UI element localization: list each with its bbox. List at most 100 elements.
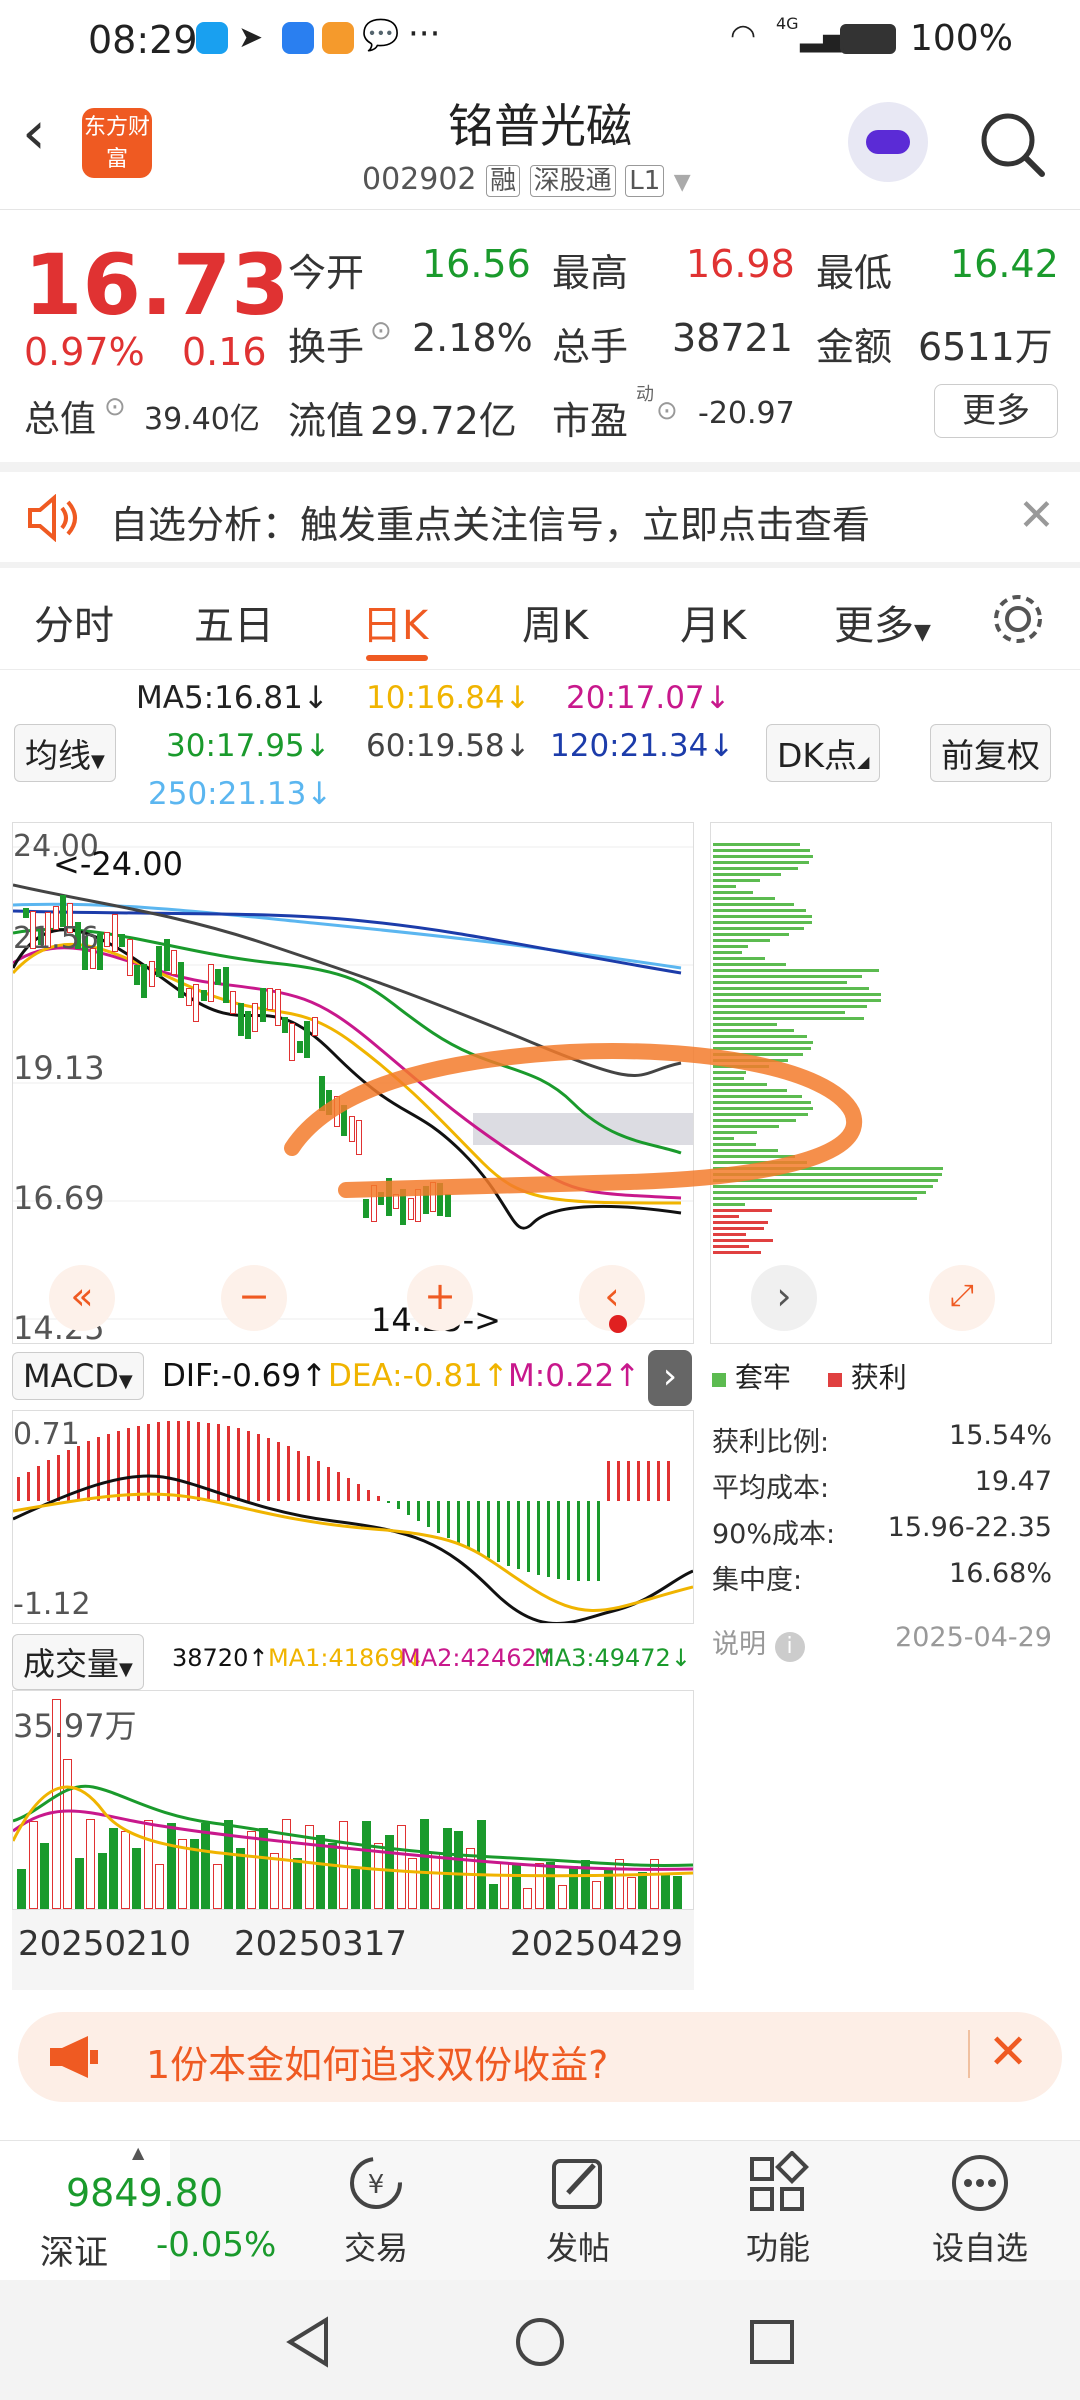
chip-bar [713,1221,768,1224]
home-circle-icon[interactable] [512,2314,568,2370]
scroll-left-button[interactable]: « [49,1265,115,1331]
dropdown-icon: ▼ [118,1371,133,1392]
tab-more[interactable]: 更多▼ [834,593,931,651]
date-axis: 20250210 20250317 20250429 [12,1910,694,1990]
candle [259,988,266,1022]
chip-bar [713,969,879,972]
red-dot-indicator [609,1315,627,1333]
tab-intraday[interactable]: 分时 [34,593,114,651]
index-value: 9849.80 [66,2171,224,2215]
y-tick-label: 21.56 [13,921,99,956]
chip-stat-value: 16.68% [949,1558,1052,1589]
info-circle-icon[interactable]: ⊙ [370,316,392,346]
volume-value: 38720↑ [172,1644,269,1672]
stock-code-row[interactable]: 002902 融 深股通 L1 ▼ [362,160,691,197]
grid-icon [750,2150,809,2211]
nav-function[interactable]: 功能 [718,2150,838,2269]
double-chevron-left-icon: « [70,1274,94,1318]
ma-selector[interactable]: 均线▼ [14,724,116,782]
expand-button[interactable]: ⤢ [929,1265,995,1331]
more-dots-icon: ··· [408,14,441,54]
edit-icon [552,2159,602,2209]
chip-bar [713,867,798,870]
corner-icon: ◢ [857,752,870,771]
macd-selector[interactable]: MACD▼ [12,1352,144,1400]
ma-selector-label: 均线 [25,736,91,775]
promo-banner[interactable]: 1份本金如何追求双份收益? ✕ [18,2012,1062,2102]
chevron-right-icon: › [776,1274,792,1318]
back-triangle-icon[interactable] [280,2314,336,2370]
vol-ma2-line [13,1809,693,1871]
zoom-in-button[interactable]: + [407,1265,473,1331]
tab-five-day[interactable]: 五日 [194,593,274,651]
pe-label: 市盈 [552,399,629,443]
open-label: 今开 [288,251,365,295]
chip-explain-label: 说明 [712,1629,766,1660]
volume-top-label: 35.97万 [13,1707,137,1745]
macd-lines [13,1474,693,1623]
status-bar: 08:29 ➤ 💬 ··· ◠ 4G ▂▄▆ 100% [0,0,1080,80]
macd-chart[interactable]: 0.71 -1.12 [12,1410,694,1624]
amount-value: 6511万 [918,325,1053,369]
chevron-right-icon: › [662,1356,678,1397]
candle [208,964,214,1003]
divider [968,2030,970,2078]
chip-bar [713,891,754,894]
dk-point-button[interactable]: DK点◢ [766,724,881,782]
info-circle-icon[interactable]: ⊙ [104,392,126,422]
chip-next-button[interactable]: › [751,1265,817,1331]
zoom-out-button[interactable]: − [221,1265,287,1331]
yen-cycle-icon: ¥ [350,2157,402,2209]
chip-bar [713,963,786,966]
candle [23,908,29,918]
chip-bar [713,1227,764,1230]
nav-post[interactable]: 发帖 [518,2151,638,2269]
chip-bar [713,921,812,924]
more-button[interactable]: 更多 [934,384,1058,438]
chip-bar [713,945,748,948]
chevron-left-icon: ‹ [604,1274,620,1318]
chip-footer[interactable]: 说明 i 2025-04-29 [712,1622,1052,1662]
chat-icon: 💬 [362,18,400,53]
candle [134,964,140,985]
chip-stat-label: 获利比例: [712,1427,830,1458]
tag-shenzhen-connect: 深股通 [529,165,616,197]
candle [230,991,237,1015]
caret-up-icon: ▲ [132,2143,145,2162]
chip-bar [713,915,813,918]
nav-add-watchlist[interactable]: 设自选 [920,2151,1040,2269]
recents-square-icon[interactable] [744,2314,800,2370]
trapped-swatch [712,1373,726,1387]
expand-icon: ⤢ [950,1278,974,1313]
candle [245,1010,251,1040]
chip-bar [713,909,807,912]
chip-stat-label: 平均成本: [712,1473,830,1504]
adjust-mode-button[interactable]: 前复权 [930,724,1051,782]
turnover-label: 换手 [288,325,365,369]
close-icon[interactable]: ✕ [988,2024,1028,2080]
volume-selector[interactable]: 成交量▼ [12,1634,144,1690]
tab-monthly-k[interactable]: 月K [680,593,746,651]
open-value: 16.56 [422,242,531,286]
ma5-label: MA5:16.81↓ [136,680,329,716]
notice-bar[interactable]: 自选分析：触发重点关注信号，立即点击查看 ✕ [0,472,1080,564]
chip-bar [713,999,881,1002]
gear-icon[interactable] [990,591,1046,647]
index-ticker[interactable]: ▲ 9849.80 深证 -0.05% [0,2141,276,2281]
search-icon[interactable] [976,108,1048,180]
info-circle-icon[interactable]: ⊙ [656,396,678,426]
chip-bar [713,975,863,978]
nav-add-watchlist-label: 设自选 [931,2229,1028,2267]
avatar[interactable] [848,102,928,182]
indicator-next-button[interactable]: › [648,1350,692,1406]
tab-more-label: 更多 [834,603,914,649]
tab-daily-k[interactable]: 日K [362,593,428,651]
close-icon[interactable]: ✕ [1018,490,1055,541]
volume-chart[interactable]: 35.97万 [12,1690,694,1910]
nav-trade[interactable]: ¥ 交易 [316,2151,436,2269]
tab-weekly-k[interactable]: 周K [522,593,588,651]
date-label: 20250429 [510,1924,684,1964]
candle [148,960,155,988]
dropdown-icon: ▼ [119,1659,133,1680]
profit-label: 获利 [850,1361,907,1394]
